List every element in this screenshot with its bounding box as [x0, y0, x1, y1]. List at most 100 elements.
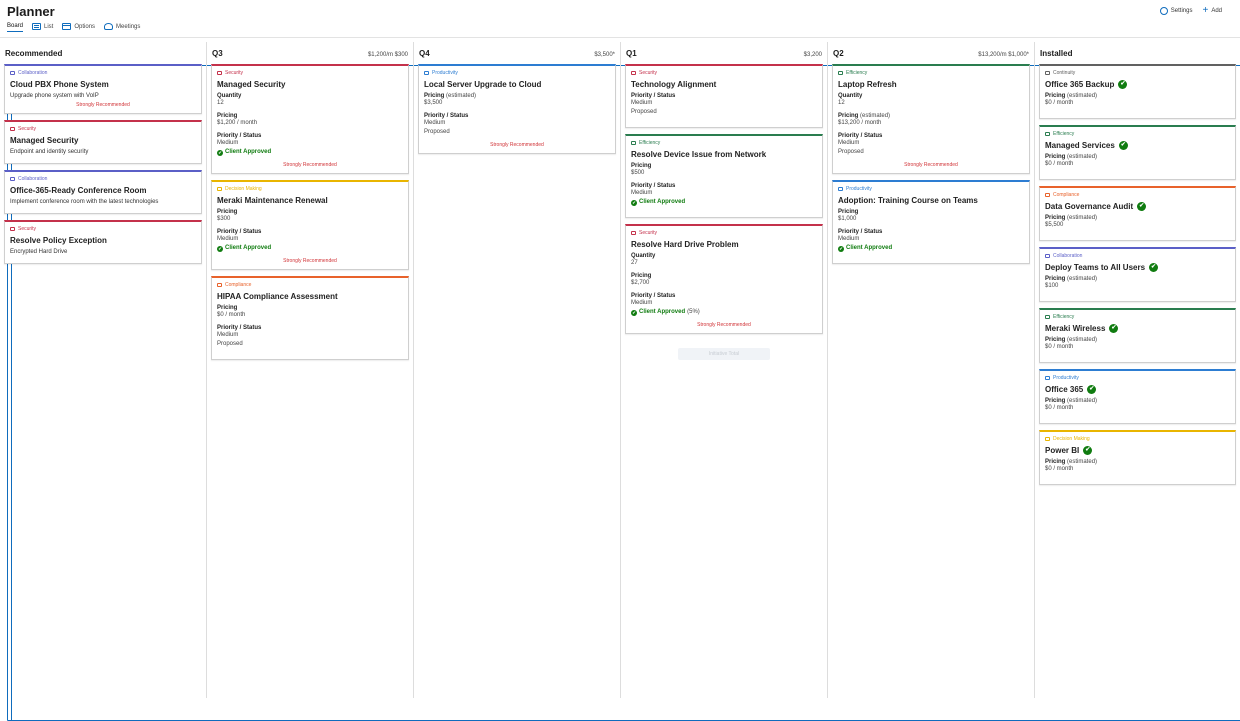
- add-button[interactable]: + Add: [1202, 5, 1222, 16]
- initiative-card[interactable]: Productivity Office 365 ✔ Pricing (estimate…: [1039, 369, 1236, 424]
- category-label: Efficiency: [1053, 131, 1075, 137]
- approved-label: Client Approved: [225, 149, 272, 155]
- top-actions: Settings + Add: [1159, 5, 1222, 16]
- check-circle-icon: ✔: [217, 149, 223, 156]
- priority-status-field: Priority / Status Medium Proposed: [424, 113, 610, 137]
- category-label: Productivity: [1053, 375, 1079, 381]
- column-header: Recommended: [4, 46, 202, 64]
- card-title-text: Office-365-Ready Conference Room: [10, 186, 147, 195]
- category-icon: [838, 71, 843, 75]
- quantity-field: Quantity 27: [631, 253, 817, 268]
- card-title: Laptop Refresh: [838, 80, 1024, 89]
- category-label: Productivity: [846, 186, 872, 192]
- pricing-field: Pricing (estimated) $100: [1045, 276, 1230, 291]
- plus-icon: +: [1202, 5, 1209, 16]
- tab-options[interactable]: Options: [62, 23, 95, 32]
- initiative-card[interactable]: Efficiency Meraki Wireless ✔ Pricing (estim…: [1039, 308, 1236, 363]
- category-tag: Compliance: [1045, 192, 1230, 198]
- pricing-value: $0 / month: [1045, 161, 1074, 167]
- priority-value: Medium: [631, 100, 653, 106]
- initiative-card[interactable]: Efficiency Resolve Device Issue from Netw…: [625, 134, 823, 218]
- column-header: Installed: [1039, 46, 1236, 64]
- initiative-card[interactable]: Compliance HIPAA Compliance Assessment Pri…: [211, 276, 409, 360]
- initiative-card[interactable]: Productivity Local Server Upgrade to Clou…: [418, 64, 616, 154]
- column-summary: $3,200: [803, 52, 822, 58]
- category-icon: [424, 71, 429, 75]
- initiative-card[interactable]: Compliance Data Governance Audit ✔ Pricing …: [1039, 186, 1236, 241]
- column-summary: $3,500*: [594, 52, 615, 58]
- tab-list[interactable]: List: [32, 23, 53, 32]
- card-title: Local Server Upgrade to Cloud: [424, 80, 610, 89]
- category-tag: Compliance: [217, 282, 403, 288]
- check-circle-icon: ✔: [1118, 141, 1128, 150]
- priority-value: Medium: [838, 236, 860, 242]
- column-title: Q1: [626, 49, 637, 58]
- pricing-value: $0 / month: [217, 312, 246, 318]
- pricing-field: Pricing $300: [217, 209, 403, 224]
- tab-meetings[interactable]: Meetings: [104, 23, 140, 32]
- initiative-card[interactable]: Security Technology Alignment Priority / S…: [625, 64, 823, 128]
- initiative-card[interactable]: Security Managed Security Endpoint and ide…: [4, 120, 202, 164]
- category-tag: Security: [217, 70, 403, 76]
- tab-board[interactable]: Board: [7, 23, 1240, 721]
- initiative-card[interactable]: Efficiency Laptop Refresh Quantity 12 Pricin…: [832, 64, 1030, 174]
- initiative-card[interactable]: Efficiency Managed Services ✔ Pricing (esti…: [1039, 125, 1236, 180]
- column-header: Q2 $13,200/m $1,000*: [832, 46, 1030, 64]
- status-value: Proposed: [631, 109, 657, 115]
- card-description: Implement conference room with the lates…: [10, 199, 159, 205]
- pricing-value: $3,500: [424, 100, 443, 106]
- category-icon: [631, 231, 636, 235]
- priority-value: Medium: [631, 300, 653, 306]
- pricing-field: Pricing (estimated) $0 / month: [1045, 337, 1230, 352]
- card-title: Resolve Hard Drive Problem: [631, 240, 817, 249]
- column-q2: Q2 $13,200/m $1,000* Efficiency Laptop Refr…: [828, 42, 1035, 698]
- column-header: Q1 $3,200: [625, 46, 823, 64]
- category-tag: Efficiency: [631, 140, 817, 146]
- category-icon: [1045, 437, 1050, 441]
- initiative-card[interactable]: Collaboration Office-365-Ready Conference…: [4, 170, 202, 214]
- initiative-card[interactable]: Security Managed Security Quantity 12 Pricin…: [211, 64, 409, 174]
- category-icon: [10, 227, 15, 231]
- initiative-card[interactable]: Collaboration Cloud PBX Phone System Upgra…: [4, 64, 202, 114]
- initiative-card[interactable]: Security Resolve Policy Exception Encrypte…: [4, 220, 202, 264]
- strongly-recommended-badge: Strongly Recommended: [904, 162, 958, 168]
- estimated-note: (estimated): [1067, 276, 1098, 282]
- priority-status-field: Priority / Status Medium Proposed: [631, 93, 817, 117]
- card-title-text: Laptop Refresh: [838, 80, 897, 89]
- pricing-value: $2,700: [631, 280, 650, 286]
- pricing-field: Pricing $0 / month: [217, 305, 403, 320]
- column-installed: Installed Continuity Office 365 Backup ✔ Pri…: [1035, 42, 1240, 698]
- card-title: Power BI ✔: [1045, 446, 1230, 455]
- strongly-recommended-badge: Strongly Recommended: [490, 142, 544, 148]
- meeting-icon: [104, 23, 114, 30]
- check-circle-icon: ✔: [1137, 202, 1147, 211]
- category-label: Efficiency: [846, 70, 868, 76]
- pricing-value: $5,500: [1045, 222, 1064, 228]
- card-title: Technology Alignment: [631, 80, 817, 89]
- category-icon: [217, 187, 222, 191]
- settings-button[interactable]: Settings: [1159, 7, 1192, 15]
- pricing-field: Pricing (estimated) $0 / month: [1045, 459, 1230, 474]
- initiative-card[interactable]: Continuity Office 365 Backup ✔ Pricing (est…: [1039, 64, 1236, 119]
- category-tag: Efficiency: [1045, 131, 1230, 137]
- priority-value: Medium: [217, 332, 239, 338]
- initiative-card[interactable]: Productivity Adoption: Training Course on…: [832, 180, 1030, 264]
- initiative-card[interactable]: Collaboration Deploy Teams to All Users ✔ P…: [1039, 247, 1236, 302]
- approved-label: Client Approved: [639, 199, 686, 205]
- client-approved-status: ✔ Client Approved: [631, 198, 817, 207]
- category-label: Security: [639, 70, 658, 76]
- card-title-text: Resolve Device Issue from Network: [631, 150, 767, 159]
- priority-value: Medium: [631, 190, 653, 196]
- strongly-recommended-badge: Strongly Recommended: [76, 102, 130, 108]
- category-icon: [217, 283, 222, 287]
- category-tag: Collaboration: [1045, 253, 1230, 259]
- category-label: Decision Making: [225, 186, 262, 192]
- initiative-card[interactable]: Decision Making Power BI ✔ Pricing (estimat…: [1039, 430, 1236, 485]
- category-label: Continuity: [1053, 70, 1076, 76]
- initiative-card[interactable]: Decision Making Meraki Maintenance Renewa…: [211, 180, 409, 270]
- card-title-text: HIPAA Compliance Assessment: [217, 292, 338, 301]
- category-icon: [217, 71, 222, 75]
- initiative-card[interactable]: Security Resolve Hard Drive Problem Quanti…: [625, 224, 823, 334]
- card-title-text: Local Server Upgrade to Cloud: [424, 80, 542, 89]
- card-title-text: Deploy Teams to All Users: [1045, 263, 1146, 272]
